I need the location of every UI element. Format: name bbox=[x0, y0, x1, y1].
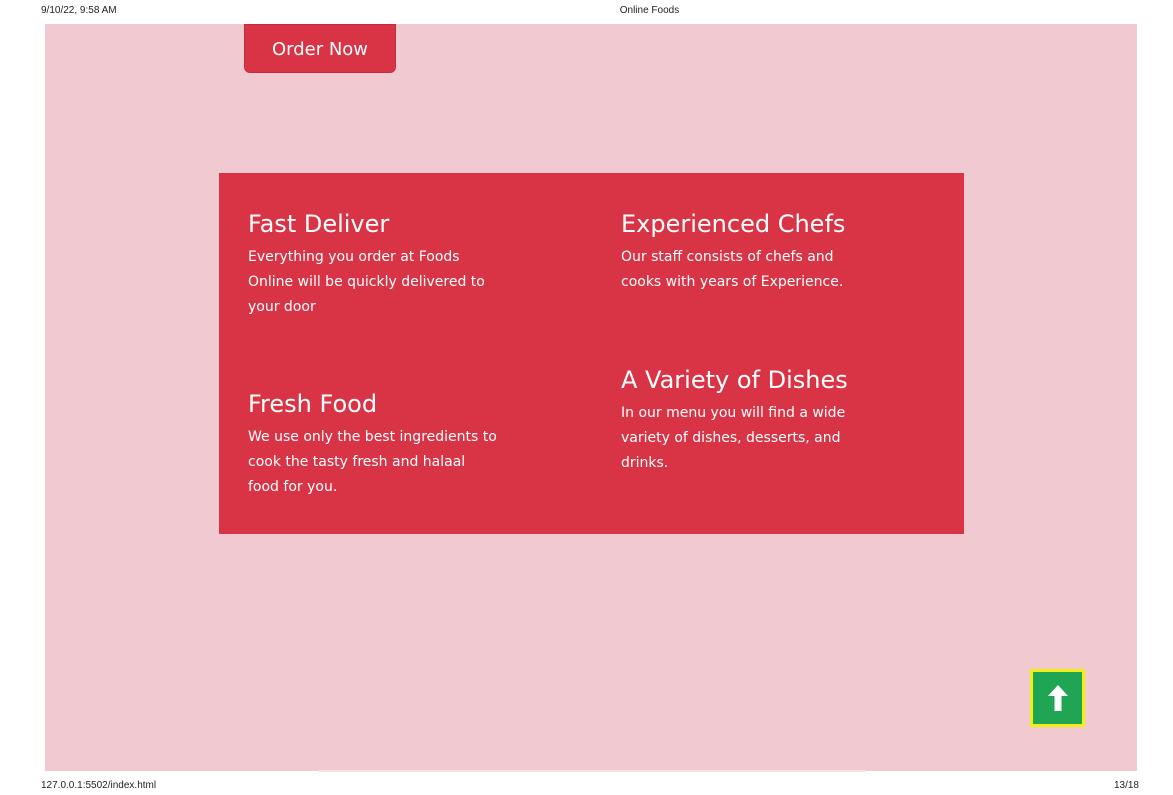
order-now-button[interactable]: Order Now bbox=[244, 24, 396, 73]
page-content: Order Now Fast Deliver Everything you or… bbox=[45, 24, 1137, 771]
print-page-number: 13/18 bbox=[1113, 780, 1139, 791]
feature-title: Experienced Chefs bbox=[621, 210, 846, 238]
feature-fresh-food: Fresh Food We use only the best ingredie… bbox=[248, 389, 498, 500]
print-header: 9/10/22, 9:58 AM Online Foods bbox=[0, 0, 1173, 18]
feature-title: Fresh Food bbox=[248, 390, 378, 418]
features-panel: Fast Deliver Everything you order at Foo… bbox=[219, 173, 964, 534]
arrow-up-icon bbox=[1048, 685, 1068, 711]
feature-text: Our staff consists of chefs and cooks wi… bbox=[621, 249, 844, 290]
feature-experienced-chefs: Experienced Chefs Our staff consists of … bbox=[621, 209, 871, 295]
print-url: 127.0.0.1:5502/index.html bbox=[41, 780, 157, 791]
print-title: Online Foods bbox=[619, 5, 680, 16]
feature-text: We use only the best ingredients to cook… bbox=[248, 429, 497, 495]
feature-title: Fast Deliver bbox=[248, 210, 390, 238]
feature-text: In our menu you will find a wide variety… bbox=[621, 405, 846, 471]
feature-variety-of-dishes: A Variety of Dishes In our menu you will… bbox=[621, 365, 871, 476]
page-divider bbox=[318, 770, 866, 772]
feature-text: Everything you order at Foods Online wil… bbox=[248, 249, 485, 315]
scroll-to-top-button[interactable] bbox=[1030, 669, 1085, 727]
feature-fast-deliver: Fast Deliver Everything you order at Foo… bbox=[248, 209, 498, 320]
feature-title: A Variety of Dishes bbox=[621, 366, 848, 394]
print-footer: 127.0.0.1:5502/index.html 13/18 bbox=[0, 777, 1173, 795]
